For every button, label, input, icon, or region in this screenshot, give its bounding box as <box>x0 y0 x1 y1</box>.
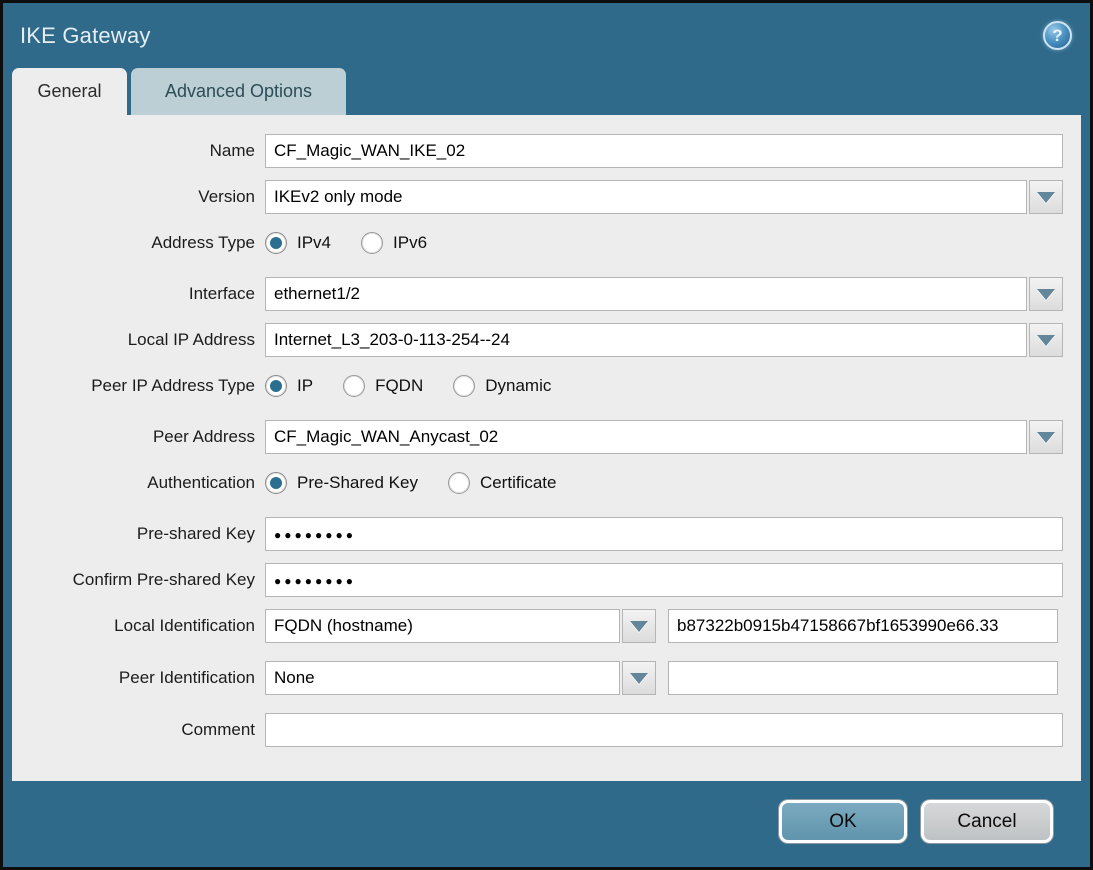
chevron-down-icon <box>630 673 648 684</box>
peer-ip-type-label: Peer IP Address Type <box>12 376 255 396</box>
radio-peer-ip-control[interactable] <box>265 375 287 397</box>
chevron-down-icon <box>1037 335 1055 346</box>
comment-label: Comment <box>12 720 255 740</box>
interface-select[interactable] <box>265 277 1027 311</box>
radio-certificate-label: Certificate <box>480 473 557 493</box>
ok-button[interactable]: OK <box>779 800 907 843</box>
tab-advanced-options[interactable]: Advanced Options <box>131 68 346 115</box>
radio-pre-shared-key-label: Pre-Shared Key <box>297 473 418 493</box>
local-ip-label: Local IP Address <box>12 330 255 350</box>
local-identification-label: Local Identification <box>12 616 255 636</box>
tab-bar: General Advanced Options <box>12 68 1090 115</box>
name-input[interactable] <box>265 134 1063 168</box>
help-icon[interactable]: ? <box>1043 21 1072 50</box>
radio-peer-fqdn-label: FQDN <box>375 376 423 396</box>
interface-label: Interface <box>12 284 255 304</box>
confirm-preshared-key-label: Confirm Pre-shared Key <box>12 570 255 590</box>
peer-identification-type-select[interactable] <box>265 661 620 695</box>
local-identification-type-select[interactable] <box>265 609 620 643</box>
form-row-authentication: Authentication Pre-Shared Key Certificat… <box>12 466 1081 500</box>
form-row-version: Version <box>12 180 1081 214</box>
radio-certificate[interactable]: Certificate <box>448 472 557 494</box>
chevron-down-icon <box>1037 192 1055 203</box>
form-row-peer-ip-type: Peer IP Address Type IP FQDN Dynamic <box>12 369 1081 403</box>
radio-peer-fqdn-control[interactable] <box>343 375 365 397</box>
chevron-down-icon <box>1037 432 1055 443</box>
general-tab-panel: Name Version Address Type IPv4 IPv6 <box>12 115 1081 781</box>
radio-ipv6[interactable]: IPv6 <box>361 232 427 254</box>
peer-address-label: Peer Address <box>12 427 255 447</box>
peer-address-select[interactable] <box>265 420 1027 454</box>
radio-peer-ip-label: IP <box>297 376 313 396</box>
form-row-local-identification: Local Identification <box>12 609 1081 643</box>
authentication-label: Authentication <box>12 473 255 493</box>
form-row-address-type: Address Type IPv4 IPv6 <box>12 226 1081 260</box>
peer-identification-dropdown-button[interactable] <box>622 661 656 695</box>
ike-gateway-dialog: IKE Gateway ? General Advanced Options N… <box>0 0 1093 870</box>
radio-ipv4-label: IPv4 <box>297 233 331 253</box>
form-row-name: Name <box>12 134 1081 168</box>
radio-peer-fqdn[interactable]: FQDN <box>343 375 423 397</box>
cancel-button[interactable]: Cancel <box>921 800 1053 843</box>
chevron-down-icon <box>630 621 648 632</box>
peer-identification-value-input[interactable] <box>668 661 1058 695</box>
version-label: Version <box>12 187 255 207</box>
title-bar: IKE Gateway ? <box>3 3 1090 68</box>
local-ip-select[interactable] <box>265 323 1027 357</box>
form-row-comment: Comment <box>12 713 1081 747</box>
local-identification-dropdown-button[interactable] <box>622 609 656 643</box>
dialog-footer: OK Cancel <box>3 781 1090 843</box>
radio-ipv4-control[interactable] <box>265 232 287 254</box>
form-row-local-ip: Local IP Address <box>12 323 1081 357</box>
version-dropdown-button[interactable] <box>1029 180 1063 214</box>
form-row-confirm-preshared-key: Confirm Pre-shared Key <box>12 563 1081 597</box>
comment-input[interactable] <box>265 713 1063 747</box>
radio-ipv4[interactable]: IPv4 <box>265 232 331 254</box>
form-row-peer-identification: Peer Identification <box>12 661 1081 695</box>
radio-ipv6-control[interactable] <box>361 232 383 254</box>
local-ip-dropdown-button[interactable] <box>1029 323 1063 357</box>
form-row-interface: Interface <box>12 277 1081 311</box>
form-row-peer-address: Peer Address <box>12 420 1081 454</box>
version-select[interactable] <box>265 180 1027 214</box>
preshared-key-label: Pre-shared Key <box>12 524 255 544</box>
peer-identification-label: Peer Identification <box>12 668 255 688</box>
radio-ipv6-label: IPv6 <box>393 233 427 253</box>
form-row-preshared-key: Pre-shared Key <box>12 517 1081 551</box>
address-type-label: Address Type <box>12 233 255 253</box>
peer-address-dropdown-button[interactable] <box>1029 420 1063 454</box>
radio-peer-ip[interactable]: IP <box>265 375 313 397</box>
radio-pre-shared-key-control[interactable] <box>265 472 287 494</box>
radio-pre-shared-key[interactable]: Pre-Shared Key <box>265 472 418 494</box>
interface-dropdown-button[interactable] <box>1029 277 1063 311</box>
radio-certificate-control[interactable] <box>448 472 470 494</box>
radio-peer-dynamic-control[interactable] <box>453 375 475 397</box>
radio-peer-dynamic[interactable]: Dynamic <box>453 375 551 397</box>
preshared-key-input[interactable] <box>265 517 1063 551</box>
chevron-down-icon <box>1037 289 1055 300</box>
name-label: Name <box>12 141 255 161</box>
dialog-title: IKE Gateway <box>20 23 151 49</box>
local-identification-value-input[interactable] <box>668 609 1058 643</box>
confirm-preshared-key-input[interactable] <box>265 563 1063 597</box>
tab-general[interactable]: General <box>12 68 127 115</box>
radio-peer-dynamic-label: Dynamic <box>485 376 551 396</box>
